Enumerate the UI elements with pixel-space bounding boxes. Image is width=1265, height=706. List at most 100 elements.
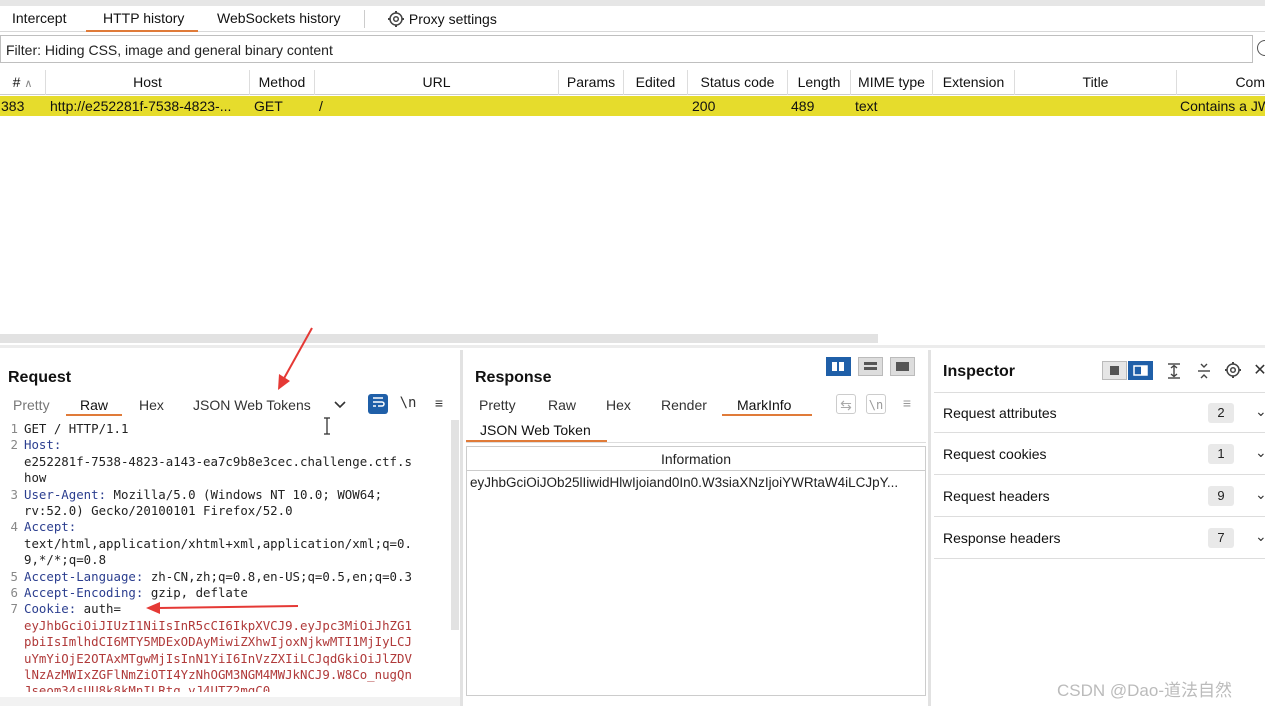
line-number: 2 [10,437,18,453]
col-title[interactable]: Title [1015,70,1177,95]
inspector-row-count: 1 [1208,444,1234,464]
inspector-row-label: Request headers [943,488,1050,504]
inspector-layout-left-icon[interactable] [1102,361,1127,380]
request-tab-json-web-tokens[interactable]: JSON Web Tokens [193,397,311,413]
inspector-row-label: Request cookies [943,446,1047,462]
col-url[interactable]: URL [315,70,559,95]
tab-http-history[interactable]: HTTP history [103,10,184,26]
request-line: User-Agent: Mozilla/5.0 (Windows NT 10.0… [24,487,382,503]
wrap-lines-icon[interactable] [368,394,388,414]
row-method: GET [254,98,283,114]
response-tab-pretty[interactable]: Pretty [479,397,516,413]
response-inspector-divider[interactable] [928,350,931,706]
header-name: Accept-Encoding: [24,585,144,600]
inspector-settings-icon[interactable] [1223,361,1243,381]
line-number: 6 [10,585,18,600]
filter-settings-icon[interactable] [1257,40,1265,56]
request-tab-hex[interactable]: Hex [139,397,164,413]
cookie-jwt-value: lNzAzMWIxZGFlNmZiOTI4YzNhOGM3NGM4MWJkNCJ… [24,667,412,682]
cookie-jwt-value: pbiIsImlhdCI6MTY5MDExODAyMiwiZXhwIjoxNjk… [24,634,412,650]
table-horizontal-scrollbar[interactable] [0,334,878,343]
request-tab-raw[interactable]: Raw [80,397,108,413]
col-comment[interactable]: Com [1177,70,1265,95]
layout-vertical-icon[interactable] [858,357,883,376]
col-method[interactable]: Method [250,70,315,95]
request-tab-active-indicator [66,414,122,416]
table-row[interactable]: 383 http://e252281f-7538-4823-... GET / … [0,96,1265,116]
request-tab-pretty[interactable]: Pretty [13,397,50,413]
header-value: auth= [76,601,121,617]
collapse-all-icon[interactable] [1194,362,1214,382]
pane-divider[interactable] [0,345,1265,348]
col-status-code[interactable]: Status code [688,70,788,95]
inspector-layout-right-icon[interactable] [1128,361,1153,380]
line-number: 7 [10,601,18,617]
chevron-down-icon[interactable] [330,395,350,415]
inspector-response-headers[interactable]: Response headers 7 ⌄ [934,518,1265,559]
col-host[interactable]: Host [46,70,250,95]
col-edited[interactable]: Edited [624,70,688,95]
inspector-request-headers[interactable]: Request headers 9 ⌄ [934,476,1265,517]
header-name: Host: [24,437,62,453]
response-tab-hex[interactable]: Hex [606,397,631,413]
layout-tabs-icon[interactable] [890,357,915,376]
proxy-tabs: Intercept HTTP history WebSockets histor… [0,6,1265,32]
filter-bar[interactable]: Filter: Hiding CSS, image and general bi… [0,35,1253,63]
request-search-bar[interactable] [0,697,460,706]
show-newlines-icon[interactable]: \n [866,394,886,414]
sort-ascending-icon: ∧ [24,78,33,90]
request-vertical-scrollbar[interactable] [451,420,459,630]
gear-icon [388,11,404,27]
information-header: Information [467,447,925,471]
inspector-request-cookies[interactable]: Request cookies 1 ⌄ [934,434,1265,475]
col-mime-type[interactable]: MIME type [851,70,933,95]
response-title: Response [475,369,552,386]
request-response-divider[interactable] [460,350,463,706]
inspector-request-attributes[interactable]: Request attributes 2 ⌄ [934,392,1265,433]
jwt-information-table: Information eyJhbGciOiJOb25lIiwidHlwIjoi… [466,446,926,696]
chevron-down-icon[interactable]: ⌄ [1255,528,1265,545]
col-length[interactable]: Length [788,70,851,95]
menu-icon[interactable]: ≡ [429,393,449,413]
close-icon[interactable]: ✕ [1250,361,1265,381]
tab-json-web-token[interactable]: JSON Web Token [480,422,591,438]
header-value: text/html,application/xhtml+xml,applicat… [24,535,412,551]
show-newlines-icon[interactable]: \n [398,393,418,413]
request-line: 9,*/*;q=0.8 [24,552,106,568]
row-url: / [319,98,323,114]
request-line: text/html,application/xhtml+xml,applicat… [24,536,412,552]
chevron-down-icon[interactable]: ⌄ [1255,486,1265,503]
header-name: Accept: [24,519,77,535]
tab-active-indicator [86,30,198,32]
annotation-arrow-icon [278,327,313,390]
header-name: Accept-Language: [24,568,144,584]
request-editor[interactable]: 1 GET / HTTP/1.1 2 Host: e252281f-7538-4823-… [0,420,460,692]
tab-proxy-settings[interactable]: Proxy settings [387,10,497,28]
tab-intercept[interactable]: Intercept [12,10,66,26]
history-table-header: # ∧ Host Method URL Params Edited Status… [0,70,1265,95]
request-line: e252281f-7538-4823-a143-ea7c9b8e3cec.cha… [24,454,412,470]
expand-all-icon[interactable] [1164,362,1184,382]
col-number[interactable]: # ∧ [0,70,46,95]
wrap-lines-icon[interactable]: ⇆ [836,394,856,414]
tab-separator [364,10,365,28]
chevron-down-icon[interactable]: ⌄ [1255,403,1265,420]
response-tab-render[interactable]: Render [661,397,707,413]
request-line: Accept-Language: zh-CN,zh;q=0.8,en-US;q=… [24,569,412,585]
col-params[interactable]: Params [559,70,624,95]
response-tab-active-indicator [722,414,812,416]
col-extension[interactable]: Extension [933,70,1015,95]
cookie-jwt-value: Jseom34sUU8k8kMnILRtg_vJ4UTZ2mqC0 [24,683,271,692]
request-line: Host: [24,437,61,453]
menu-icon[interactable]: ≡ [897,393,917,413]
chevron-down-icon[interactable]: ⌄ [1255,444,1265,461]
header-value: GET / HTTP/1.1 [24,421,129,436]
jwt-token-value[interactable]: eyJhbGciOiJOb25lIiwidHlwIjoiand0In0.W3si… [467,471,925,494]
header-value: how [24,470,47,486]
request-line: how [24,470,46,486]
response-tab-markinfo[interactable]: MarkInfo [737,397,791,413]
response-tab-raw[interactable]: Raw [548,397,576,413]
inspector-title: Inspector [943,363,1016,380]
tab-websockets-history[interactable]: WebSockets history [217,10,340,26]
layout-side-by-side-icon[interactable] [826,357,851,376]
